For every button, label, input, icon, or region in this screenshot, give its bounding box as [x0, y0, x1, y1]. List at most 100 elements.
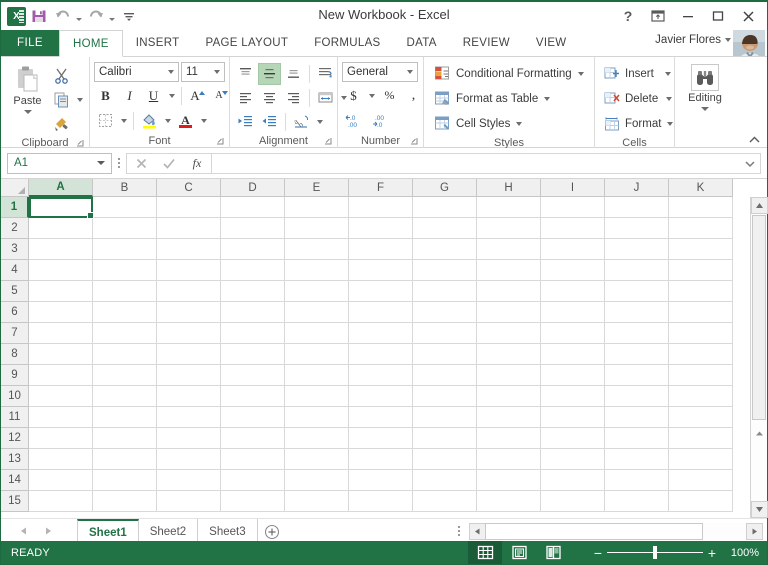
cell-K14[interactable] — [669, 470, 733, 491]
number-format-combo[interactable]: General — [342, 62, 418, 82]
cell-B14[interactable] — [93, 470, 157, 491]
cell-E2[interactable] — [285, 218, 349, 239]
cell-A10[interactable] — [29, 386, 93, 407]
cell-C7[interactable] — [157, 323, 221, 344]
cell-F12[interactable] — [349, 428, 413, 449]
cell-B9[interactable] — [93, 365, 157, 386]
cell-K9[interactable] — [669, 365, 733, 386]
editing-dropdown-caret[interactable] — [701, 107, 709, 111]
horizontal-scrollbar[interactable] — [469, 523, 763, 540]
cell-C2[interactable] — [157, 218, 221, 239]
cell-G15[interactable] — [413, 491, 477, 512]
formula-input[interactable] — [212, 152, 761, 174]
row-header-4[interactable]: 4 — [1, 260, 29, 281]
cell-H4[interactable] — [477, 260, 541, 281]
cell-C1[interactable] — [157, 197, 221, 218]
cell-B1[interactable] — [93, 197, 157, 218]
fill-color-button[interactable] — [138, 110, 161, 132]
paste-dropdown-caret[interactable] — [23, 110, 32, 114]
cell-C3[interactable] — [157, 239, 221, 260]
increase-decimal-button[interactable]: .00 .0 — [369, 110, 395, 132]
cell-H5[interactable] — [477, 281, 541, 302]
cell-F9[interactable] — [349, 365, 413, 386]
format-cells-button[interactable]: Format — [601, 112, 676, 135]
cell-K6[interactable] — [669, 302, 733, 323]
cell-K1[interactable] — [669, 197, 733, 218]
cell-D10[interactable] — [221, 386, 285, 407]
minimize-button[interactable] — [673, 4, 703, 28]
cell-F11[interactable] — [349, 407, 413, 428]
row-header-1[interactable]: 1 — [1, 197, 29, 218]
row-header-2[interactable]: 2 — [1, 218, 29, 239]
cell-E10[interactable] — [285, 386, 349, 407]
cell-I6[interactable] — [541, 302, 605, 323]
accounting-dropdown[interactable] — [366, 85, 377, 107]
accounting-format-button[interactable]: $ — [342, 85, 365, 107]
cell-I10[interactable] — [541, 386, 605, 407]
row-header-8[interactable]: 8 — [1, 344, 29, 365]
italic-button[interactable]: I — [118, 85, 141, 107]
cell-D4[interactable] — [221, 260, 285, 281]
cell-E14[interactable] — [285, 470, 349, 491]
cell-A9[interactable] — [29, 365, 93, 386]
cell-E13[interactable] — [285, 449, 349, 470]
cell-K15[interactable] — [669, 491, 733, 512]
name-box[interactable]: A1 — [7, 152, 112, 174]
cell-J6[interactable] — [605, 302, 669, 323]
cell-I13[interactable] — [541, 449, 605, 470]
cell-J9[interactable] — [605, 365, 669, 386]
cell-H14[interactable] — [477, 470, 541, 491]
font-color-dropdown[interactable] — [198, 110, 209, 132]
normal-view-button[interactable] — [468, 541, 502, 564]
cell-I5[interactable] — [541, 281, 605, 302]
insert-function-button[interactable]: fx — [183, 154, 211, 173]
page-break-preview-button[interactable] — [536, 541, 570, 564]
cell-K10[interactable] — [669, 386, 733, 407]
cell-D6[interactable] — [221, 302, 285, 323]
tab-data[interactable]: DATA — [394, 30, 450, 56]
cell-A1[interactable] — [29, 197, 93, 218]
cell-D8[interactable] — [221, 344, 285, 365]
cell-B11[interactable] — [93, 407, 157, 428]
cell-D9[interactable] — [221, 365, 285, 386]
cell-C12[interactable] — [157, 428, 221, 449]
cell-K8[interactable] — [669, 344, 733, 365]
cell-H7[interactable] — [477, 323, 541, 344]
cell-D3[interactable] — [221, 239, 285, 260]
cell-E9[interactable] — [285, 365, 349, 386]
row-header-7[interactable]: 7 — [1, 323, 29, 344]
cell-E11[interactable] — [285, 407, 349, 428]
cell-F2[interactable] — [349, 218, 413, 239]
align-center-button[interactable] — [258, 87, 281, 109]
cell-H2[interactable] — [477, 218, 541, 239]
cell-D11[interactable] — [221, 407, 285, 428]
cell-H12[interactable] — [477, 428, 541, 449]
cell-K2[interactable] — [669, 218, 733, 239]
cell-B4[interactable] — [93, 260, 157, 281]
font-family-dropdown-icon[interactable] — [164, 63, 178, 81]
column-header-C[interactable]: C — [157, 179, 221, 197]
cell-K12[interactable] — [669, 428, 733, 449]
row-header-12[interactable]: 12 — [1, 428, 29, 449]
zoom-slider-thumb[interactable] — [653, 546, 657, 559]
scroll-down-button[interactable] — [751, 501, 768, 518]
cell-H6[interactable] — [477, 302, 541, 323]
decrease-indent-button[interactable] — [234, 111, 257, 133]
cell-D12[interactable] — [221, 428, 285, 449]
paste-button[interactable]: Paste — [5, 62, 50, 114]
cell-C11[interactable] — [157, 407, 221, 428]
cell-I12[interactable] — [541, 428, 605, 449]
column-header-K[interactable]: K — [669, 179, 733, 197]
cell-A15[interactable] — [29, 491, 93, 512]
cell-B15[interactable] — [93, 491, 157, 512]
zoom-out-button[interactable]: − — [589, 545, 607, 561]
cell-E15[interactable] — [285, 491, 349, 512]
cell-K7[interactable] — [669, 323, 733, 344]
cell-A5[interactable] — [29, 281, 93, 302]
merge-and-center-button[interactable] — [314, 87, 337, 109]
cell-E7[interactable] — [285, 323, 349, 344]
align-bottom-button[interactable] — [282, 63, 305, 85]
cell-A4[interactable] — [29, 260, 93, 281]
row-header-3[interactable]: 3 — [1, 239, 29, 260]
cell-B13[interactable] — [93, 449, 157, 470]
